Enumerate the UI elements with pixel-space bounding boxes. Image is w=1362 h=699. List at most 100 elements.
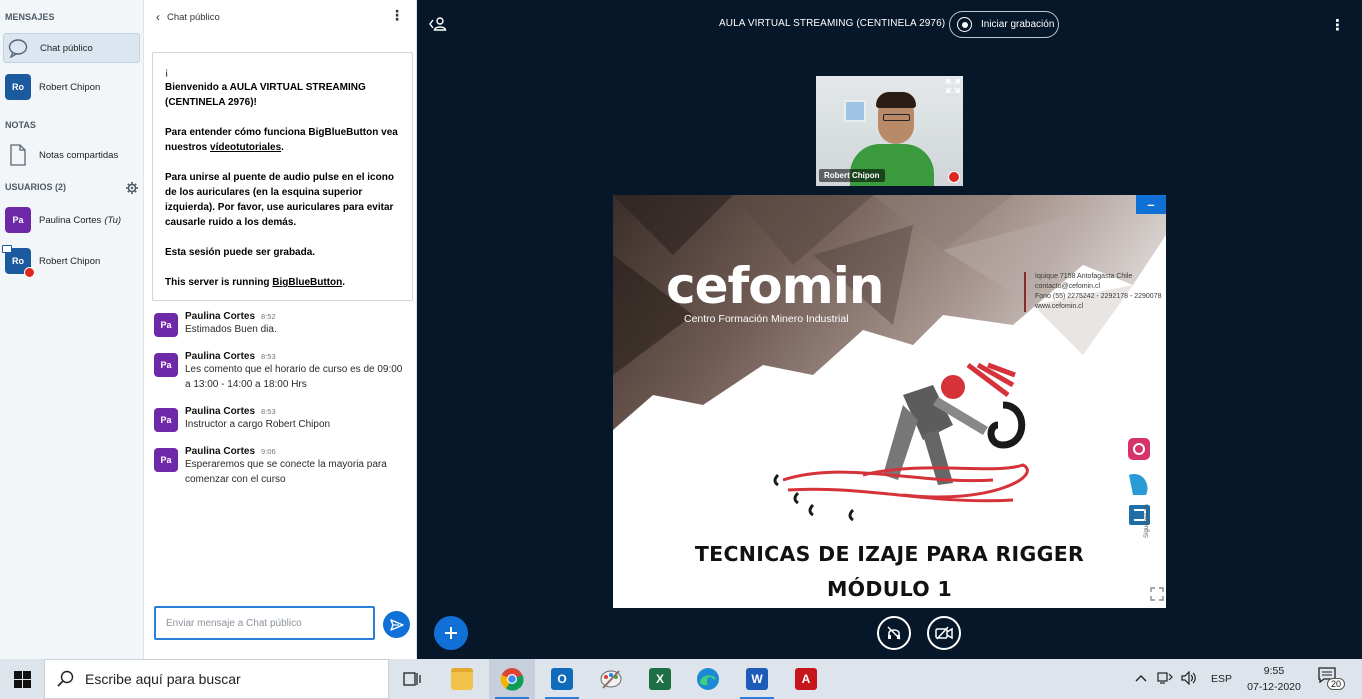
toggle-userlist-icon[interactable] xyxy=(429,16,447,37)
message-author: Paulina Cortes xyxy=(185,446,256,457)
bigbluebutton-link[interactable]: BigBlueButton xyxy=(272,277,342,288)
chat-message: Pa Paulina Cortes 9:06 Esperaremos que se… xyxy=(154,446,409,487)
notification-count-badge: 20 xyxy=(1327,678,1346,690)
outlook-app[interactable]: O xyxy=(539,659,585,699)
notes-section-header: NOTAS xyxy=(5,120,36,130)
webcam-wall-poster xyxy=(844,100,866,122)
slide-follow-us: Síguenos en xyxy=(1144,504,1150,538)
user-list-panel: MENSAJES Chat público Ro Robert Chipon N… xyxy=(0,0,144,659)
edge-icon xyxy=(697,668,719,690)
webcam-person-glasses xyxy=(883,114,910,121)
start-button[interactable] xyxy=(0,659,44,699)
sidebar-item-private-chat-robert[interactable]: Ro Robert Chipon xyxy=(3,72,140,102)
message-time: 9:06 xyxy=(261,447,276,456)
taskbar-search-box[interactable]: Escribe aquí para buscar xyxy=(44,659,389,699)
chat-message: Pa Paulina Cortes 8:53 Instructor a cargo… xyxy=(154,406,409,432)
join-audio-button[interactable] xyxy=(877,616,911,650)
message-text: Instructor a cargo Robert Chipon xyxy=(185,419,331,430)
sidebar-item-public-chat[interactable]: Chat público xyxy=(3,33,140,63)
presentation-slide[interactable]: – cefomin Centro Formación Minero Indust… xyxy=(613,195,1166,608)
slide-logo-subtitle: Centro Formación Minero Industrial xyxy=(684,313,849,325)
avatar: Pa xyxy=(154,448,178,472)
chat-message: Pa Paulina Cortes 8:52 Estimados Buen dia… xyxy=(154,311,409,337)
avatar-wrapper: Pa xyxy=(5,207,31,233)
chat-message: Pa Paulina Cortes 8:53 Les comento que el… xyxy=(154,351,409,392)
chrome-app[interactable] xyxy=(489,659,535,699)
user-item-paulina[interactable]: Pa Paulina Cortes (Tu) xyxy=(3,205,140,235)
chat-panel: ‹ Chat público ⋮ ¡ Bienvenido a AULA VIR… xyxy=(144,0,417,659)
actions-plus-button[interactable] xyxy=(434,616,468,650)
record-label: Iniciar grabación xyxy=(981,19,1055,30)
slide-title-line1: TECNICAS DE IZAJE PARA RIGGER xyxy=(694,542,1085,566)
welcome-server-end: . xyxy=(342,277,346,288)
chat-header[interactable]: ‹ Chat público xyxy=(156,10,220,24)
avatar: Pa xyxy=(154,313,178,337)
fullscreen-icon[interactable] xyxy=(946,79,960,98)
chat-options-icon[interactable]: ⋮ xyxy=(390,7,404,24)
avatar-wrapper: Ro xyxy=(2,245,35,278)
palette-icon xyxy=(600,670,622,689)
options-menu-icon[interactable]: ⋮ xyxy=(1330,16,1345,34)
document-icon xyxy=(6,143,30,167)
clock-date: 07-12-2020 xyxy=(1247,681,1301,693)
chevron-up-icon[interactable] xyxy=(1135,674,1147,685)
clock-time: 9:55 xyxy=(1263,665,1285,677)
chevron-left-icon[interactable]: ‹ xyxy=(156,10,160,24)
message-author: Paulina Cortes xyxy=(185,351,256,362)
fullscreen-icon[interactable] xyxy=(1150,587,1164,606)
file-explorer-app[interactable] xyxy=(439,659,485,699)
avatar: Pa xyxy=(154,408,178,432)
paint-app[interactable] xyxy=(588,659,634,699)
you-tag: (Tu) xyxy=(104,214,122,226)
muted-mic-icon xyxy=(24,267,35,278)
start-recording-button[interactable]: Iniciar grabación xyxy=(949,11,1059,38)
acrobat-icon: A xyxy=(795,668,817,690)
slide-logo-text: cefomin xyxy=(666,257,884,315)
share-webcam-button[interactable] xyxy=(927,616,961,650)
avatar: Ro xyxy=(2,245,35,278)
message-text: Les comento que el horario de curso es d… xyxy=(185,364,403,390)
tutorials-link[interactable]: vídeotutoriales xyxy=(210,142,281,153)
webcam-user-name: Robert Chipon xyxy=(819,169,885,182)
taskbar-clock[interactable]: 9:55 07-12-2020 xyxy=(1242,663,1306,695)
search-icon xyxy=(57,670,74,687)
chat-title: Chat público xyxy=(167,11,220,23)
sidebar-item-shared-notes[interactable]: Notas compartidas xyxy=(3,140,140,170)
chrome-icon xyxy=(500,668,524,691)
webcam-video[interactable]: Robert Chipon xyxy=(816,76,963,186)
message-time: 8:52 xyxy=(261,312,276,321)
welcome-tutorial-end: . xyxy=(281,142,284,153)
audio-off-icon xyxy=(887,626,901,640)
word-app[interactable]: W xyxy=(734,659,780,699)
minimize-presentation-button[interactable]: – xyxy=(1136,195,1166,214)
avatar: Ro xyxy=(5,74,31,100)
volume-icon[interactable] xyxy=(1181,670,1197,688)
task-view-icon xyxy=(403,672,421,686)
welcome-recording-text: Esta sesión puede ser grabada. xyxy=(165,247,316,258)
welcome-prefix: Bienvenido a xyxy=(165,82,230,93)
network-icon[interactable] xyxy=(1157,671,1173,688)
avatar-wrapper: Ro xyxy=(5,74,31,100)
contact-line: contacto@cefomin.cl xyxy=(1035,283,1101,290)
chat-bubble-icon xyxy=(7,36,31,60)
gear-icon[interactable] xyxy=(126,181,138,199)
input-language[interactable]: ESP xyxy=(1211,673,1232,685)
excel-app[interactable]: X xyxy=(637,659,683,699)
edge-app[interactable] xyxy=(685,659,731,699)
sidebar-item-label: Chat público xyxy=(40,42,93,54)
avatar: Pa xyxy=(5,207,31,233)
send-message-button[interactable] xyxy=(383,611,410,638)
user-name: Paulina Cortes xyxy=(39,214,102,226)
acrobat-app[interactable]: A xyxy=(783,659,829,699)
message-time: 8:53 xyxy=(261,352,276,361)
chat-message-input[interactable] xyxy=(154,606,375,640)
user-name: Robert Chipon xyxy=(39,255,101,267)
welcome-suffix: ! xyxy=(253,97,257,108)
task-view-button[interactable] xyxy=(389,659,435,699)
user-item-robert[interactable]: Ro Robert Chipon xyxy=(2,245,140,278)
meeting-title: AULA VIRTUAL STREAMING (CENTINELA 2976) xyxy=(719,18,946,29)
sidebar-item-label: Notas compartidas xyxy=(39,149,119,161)
windows-taskbar: Escribe aquí para buscar O X W A ESP 9:5… xyxy=(0,659,1362,699)
slide-contact-info: Iquique 7158 Antofagasta Chile contacto@… xyxy=(1024,272,1162,312)
avatar: Pa xyxy=(154,353,178,377)
